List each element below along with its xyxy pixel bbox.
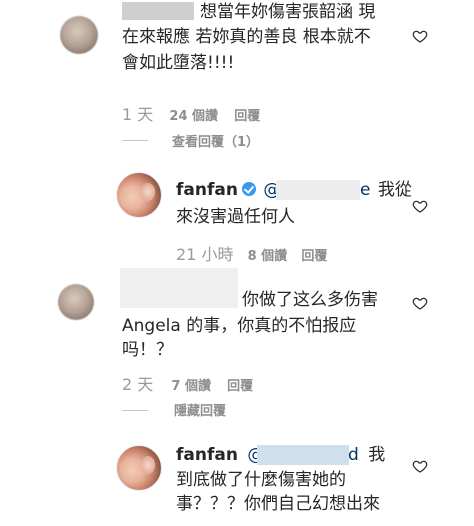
- comment-text: 吗！？: [122, 338, 173, 362]
- heart-outline-icon[interactable]: [412, 28, 428, 44]
- comment-text: 在來報應 若妳真的善良 根本就不: [122, 25, 371, 49]
- comment-meta: 1 天 24 個讚 回覆: [122, 101, 260, 125]
- reply-text: fanfan @: [176, 443, 264, 467]
- comment-meta: 2 天 7 個讚 回覆: [122, 371, 253, 395]
- heart-outline-icon[interactable]: [412, 198, 428, 214]
- reply-text: e 我從: [360, 178, 412, 202]
- view-replies-button[interactable]: 查看回覆（1）: [172, 131, 259, 150]
- comment-line: Angela 的事，你真的不怕报应: [122, 316, 357, 336]
- username[interactable]: fanfan: [176, 180, 238, 200]
- username[interactable]: fanfan: [176, 445, 238, 465]
- reply-line: 我: [368, 445, 386, 465]
- reply-button[interactable]: 回覆: [234, 109, 260, 124]
- like-count[interactable]: 8 個讚: [248, 249, 288, 264]
- commenter-avatar[interactable]: [60, 16, 98, 54]
- redacted-mention: [276, 180, 360, 200]
- verified-badge-icon: [241, 182, 256, 196]
- reply-line: 到底做了什麼傷害她的: [176, 470, 346, 490]
- comment-text: 會如此墮落!!!!: [122, 51, 234, 75]
- mention-tail: e: [360, 180, 371, 200]
- fanfan-avatar[interactable]: [116, 445, 162, 491]
- comment-time: 1 天: [122, 105, 154, 124]
- reply-text: 到底做了什麼傷害她的: [176, 468, 346, 492]
- like-count[interactable]: 7 個讚: [171, 379, 211, 394]
- redacted-username: [122, 2, 194, 20]
- redacted-mention: [257, 445, 349, 465]
- comment-line: 吗！？: [122, 340, 173, 360]
- comment-text: 想當年妳傷害張韶涵 現: [200, 0, 375, 24]
- comment-text: 你做了这么多伤害: [242, 288, 378, 312]
- reply-line: 來沒害過任何人: [176, 207, 295, 227]
- reply-text: 事？？？你們自己幻想出來: [176, 492, 380, 516]
- redacted-username: [120, 268, 238, 308]
- reply-line: 我從: [377, 180, 412, 200]
- reply-text: d 我: [348, 443, 385, 467]
- like-count[interactable]: 24 個讚: [169, 109, 218, 124]
- reply-line: 事？？？你們自己幻想出來: [176, 494, 380, 514]
- reply-time: 21 小時: [176, 245, 234, 264]
- comment-text: Angela 的事，你真的不怕报应: [122, 314, 356, 338]
- heart-outline-icon[interactable]: [412, 295, 428, 311]
- comment-line: 會如此墮落!!!!: [122, 53, 235, 73]
- heart-outline-icon[interactable]: [412, 458, 428, 474]
- replies-divider: [122, 140, 148, 141]
- reply-button[interactable]: 回覆: [301, 249, 327, 264]
- commenter-avatar[interactable]: [58, 284, 94, 320]
- reply-text: fanfan @: [176, 178, 280, 202]
- fanfan-avatar[interactable]: [116, 172, 162, 218]
- comment-line: 在來報應 若妳真的善良 根本就不: [122, 27, 371, 47]
- hide-replies-button[interactable]: 隱藏回覆: [174, 400, 226, 419]
- mention-tail: d: [348, 445, 359, 465]
- replies-divider: [122, 410, 148, 411]
- reply-button[interactable]: 回覆: [227, 379, 253, 394]
- reply-text: 來沒害過任何人: [176, 205, 295, 229]
- reply-meta: 21 小時 8 個讚 回覆: [176, 241, 327, 265]
- comment-line: 想當年妳傷害張韶涵 現: [200, 2, 376, 22]
- comment-line: 你做了这么多伤害: [242, 290, 378, 310]
- comment-time: 2 天: [122, 375, 154, 394]
